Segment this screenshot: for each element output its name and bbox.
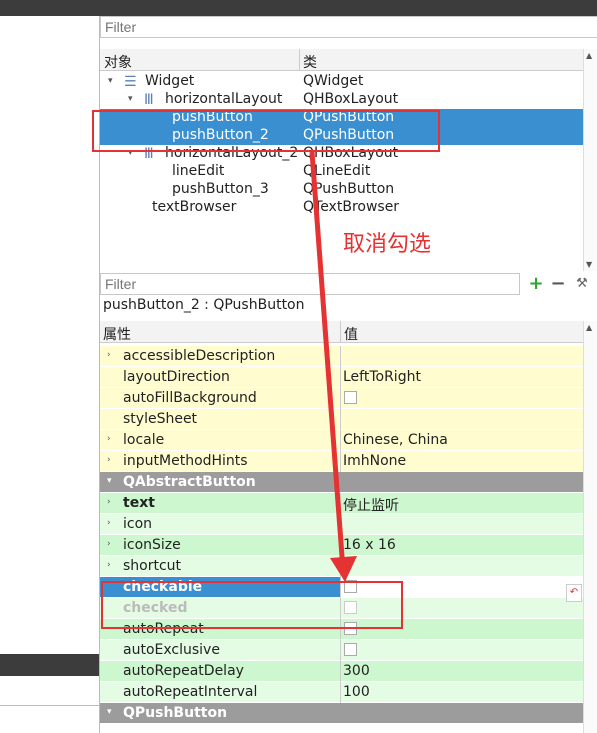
annotation-label: 取消勾选 — [343, 232, 432, 257]
annotation-arrow — [309, 151, 357, 582]
